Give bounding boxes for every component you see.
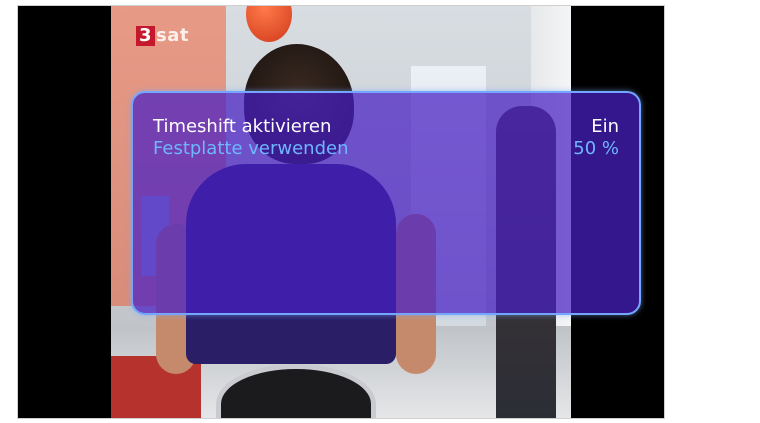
channel-logo: 3 sat [136,26,189,46]
menu-item-label: Timeshift aktivieren [153,116,332,137]
menu-item-use-harddisk[interactable]: Festplatte verwenden 50 % [153,138,619,160]
chair-back [216,364,376,418]
channel-logo-number: 3 [136,26,156,46]
menu-item-timeshift-activate[interactable]: Timeshift aktivieren Ein [153,116,619,138]
timeshift-menu-panel: Timeshift aktivieren Ein Festplatte verw… [131,91,641,315]
menu-item-value: Ein [591,116,619,137]
menu-item-label: Festplatte verwenden [153,138,349,159]
red-lamp [246,6,292,42]
tv-screen: 3 sat Timeshift aktivieren Ein Festplatte… [18,6,664,418]
channel-logo-name: sat [156,25,189,46]
menu-item-value: 50 % [573,138,619,159]
